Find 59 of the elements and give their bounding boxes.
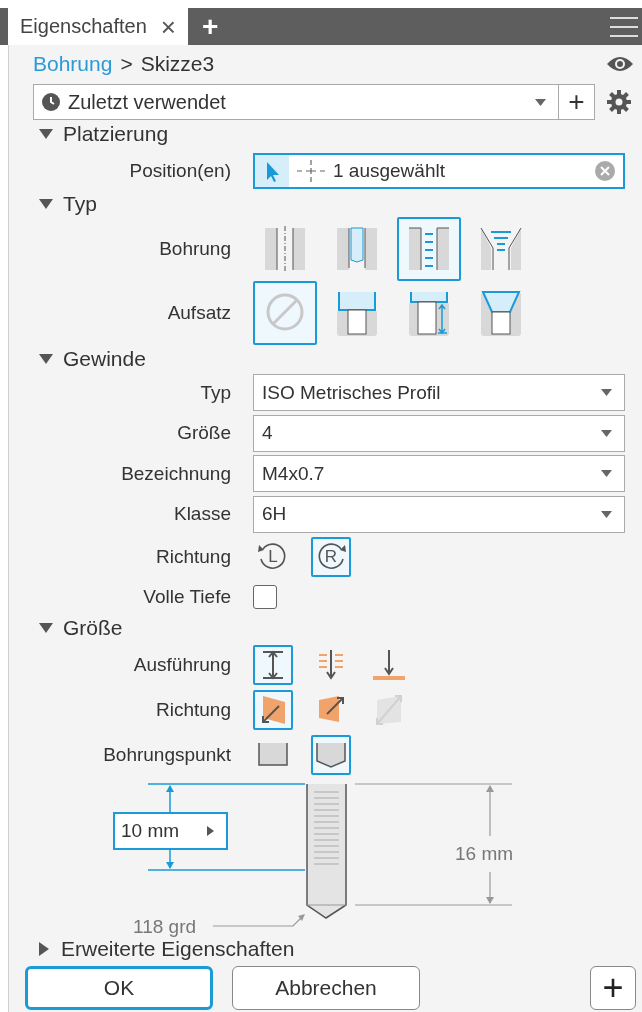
option-button[interactable] — [253, 281, 317, 346]
dropdown[interactable]: ISO Metrisches Profil — [253, 374, 625, 411]
option-button[interactable] — [253, 644, 293, 685]
field-label: Bezeichnung — [120, 462, 231, 485]
breadcrumb-separator: > — [120, 52, 133, 77]
section-title[interactable]: Erweiterte Eigenschaften — [61, 937, 295, 962]
option-button[interactable]: R — [311, 537, 351, 578]
field-label: Bohrung — [158, 238, 231, 261]
field-label: Richtung — [155, 699, 231, 721]
field-label: Volle Tiefe — [142, 586, 231, 609]
field-label: Klasse — [172, 503, 231, 526]
selection-count: 1 ausgewählt — [333, 159, 446, 182]
field-label: Größe — [176, 422, 231, 445]
collapse-icon[interactable] — [39, 198, 53, 209]
dropdown[interactable]: 4 — [253, 414, 625, 452]
field-label: Ausführung — [132, 653, 231, 676]
option-button[interactable]: L — [253, 537, 293, 578]
cursor-icon[interactable] — [255, 154, 289, 187]
add-tab-button[interactable]: + — [187, 8, 233, 45]
field-label: Bohrungspunkt — [102, 744, 231, 767]
dropdown-arrow-icon — [601, 510, 612, 518]
dropdown-arrow-icon — [601, 470, 612, 478]
field-label: Position(en) — [128, 159, 231, 182]
collapse-icon[interactable] — [39, 128, 53, 139]
tab-title: Eigenschaften — [20, 15, 147, 38]
section-title[interactable]: Platzierung — [63, 121, 169, 146]
panel-tab[interactable]: Eigenschaften × — [8, 8, 188, 45]
selection-field[interactable]: 1 ausgewählt — [253, 152, 625, 189]
checkbox[interactable] — [253, 585, 277, 610]
breadcrumb-current: Skizze3 — [140, 52, 215, 77]
field-label: Typ — [199, 381, 231, 404]
dropdown[interactable]: 6H — [253, 495, 625, 533]
eye-icon[interactable] — [606, 55, 634, 74]
preset-dropdown[interactable]: Zuletzt verwendet + — [33, 84, 595, 120]
close-tab-button[interactable]: × — [160, 13, 176, 40]
option-button[interactable] — [397, 217, 461, 282]
option-button[interactable] — [311, 735, 351, 776]
dropdown[interactable]: M4x0.7 — [253, 455, 625, 493]
collapse-icon[interactable] — [39, 623, 53, 634]
option-button[interactable] — [253, 690, 293, 730]
clock-icon — [42, 93, 60, 111]
section-title[interactable]: Gewinde — [63, 346, 146, 371]
dropdown-arrow-icon — [601, 389, 612, 396]
field-label: Richtung — [155, 546, 231, 569]
dropdown-arrow-icon — [601, 429, 612, 437]
add-button[interactable]: + — [590, 965, 636, 1010]
arrow-icon[interactable] — [207, 826, 215, 837]
field-label: Aufsatz — [166, 302, 231, 325]
depth-input[interactable]: 10 mm — [113, 812, 228, 851]
dropdown-arrow-icon — [535, 98, 546, 106]
collapse-icon[interactable] — [39, 353, 53, 364]
section-title[interactable]: Größe — [63, 616, 123, 641]
expand-icon[interactable] — [39, 942, 49, 957]
cancel-button[interactable]: Abbrechen — [232, 965, 420, 1010]
ok-button[interactable]: OK — [25, 965, 213, 1010]
menu-icon[interactable] — [610, 15, 638, 38]
crosshair-icon — [297, 159, 325, 182]
settings-icon[interactable] — [607, 90, 631, 114]
section-title[interactable]: Typ — [63, 191, 97, 216]
